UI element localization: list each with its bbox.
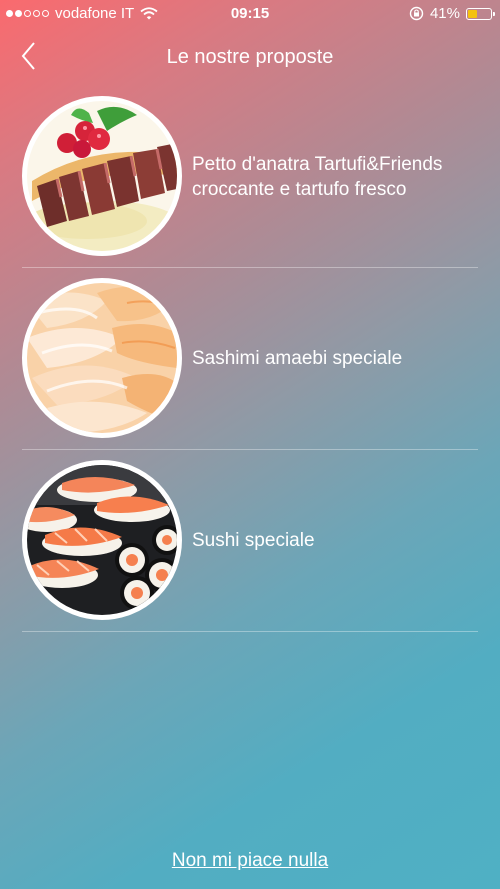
navigation-header: Le nostre proposte <box>0 36 500 76</box>
list-item-sushi[interactable]: Sushi speciale <box>22 450 478 632</box>
page-title: Le nostre proposte <box>166 46 334 68</box>
dish-name: Sushi speciale <box>192 530 315 551</box>
amaebi-sashimi-photo <box>22 278 182 438</box>
list-item-duck[interactable]: Petto d'anatra Tartufi&Friends croccante… <box>22 86 478 268</box>
status-right: 41% <box>409 5 495 22</box>
orientation-lock-icon <box>409 6 424 21</box>
battery-level <box>468 9 477 18</box>
battery-percentage: 41% <box>429 5 460 22</box>
duck-breast-photo <box>22 96 182 256</box>
battery-icon <box>466 7 495 20</box>
dish-name: Sashimi amaebi speciale <box>192 348 403 369</box>
status-bar: vodafone IT 09:15 41% <box>0 0 500 28</box>
proposals-list: Petto d'anatra Tartufi&Friends croccante… <box>22 86 478 632</box>
list-item-sashimi[interactable]: Sashimi amaebi speciale <box>22 268 478 450</box>
sushi-photo <box>22 460 182 620</box>
dislike-all-link[interactable]: Non mi piace nulla <box>0 850 500 872</box>
dish-name: Petto d'anatra Tartufi&Friends croccante… <box>192 153 443 200</box>
